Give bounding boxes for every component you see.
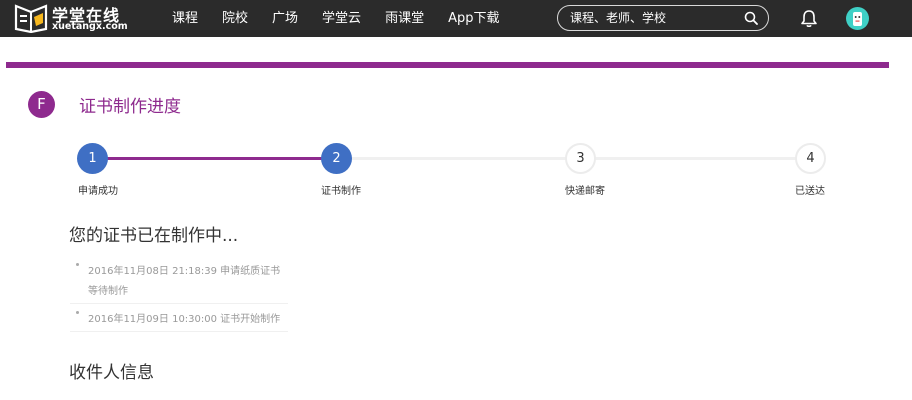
main-nav: 课程 院校 广场 学堂云 雨课堂 App下载 [172, 0, 523, 37]
progress-log-text: 2016年11月08日 21:18:39 申请纸质证书 等待制作 [88, 262, 280, 302]
step-4-circle: 4 [795, 143, 826, 174]
nav-courses[interactable]: 课程 [172, 0, 198, 37]
bullet-dot-icon [76, 311, 79, 314]
page-title: 证书制作进度 [79, 97, 181, 117]
logo-text-en: xuetangx.com [52, 21, 128, 32]
top-navbar: 学堂在线 xuetangx.com 课程 院校 广场 学堂云 雨课堂 App下载 [0, 0, 912, 37]
nav-schools[interactable]: 院校 [222, 0, 248, 37]
search-box [557, 5, 769, 31]
log-line: 2016年11月09日 10:30:00 证书开始制作 [88, 314, 281, 325]
section-divider [6, 62, 889, 68]
nav-xuetang-cloud[interactable]: 学堂云 [322, 0, 361, 37]
progress-log-item: 2016年11月09日 10:30:00 证书开始制作 [70, 306, 288, 332]
progress-log-text: 2016年11月09日 10:30:00 证书开始制作 [88, 310, 280, 330]
nav-rain-classroom[interactable]: 雨课堂 [385, 0, 424, 37]
step-3-label: 快递邮寄 [565, 186, 605, 197]
site-logo[interactable]: 学堂在线 xuetangx.com [14, 3, 144, 33]
nav-app-download[interactable]: App下载 [448, 0, 499, 37]
step-2-circle: 2 [321, 143, 352, 174]
recipient-info-title: 收件人信息 [69, 363, 154, 383]
nav-square[interactable]: 广场 [272, 0, 298, 37]
search-icon[interactable] [744, 11, 758, 25]
progress-line-done [92, 157, 336, 160]
log-line: 2016年11月08日 21:18:39 申请纸质证书 [88, 266, 281, 277]
step-3-circle: 3 [565, 143, 596, 174]
log-line: 等待制作 [88, 286, 128, 297]
bullet-dot-icon [76, 263, 79, 266]
user-avatar[interactable] [846, 7, 869, 30]
bell-icon[interactable] [800, 9, 818, 28]
progress-steps: 1 申请成功 2 证书制作 3 快递邮寄 4 已送达 [0, 140, 912, 200]
step-4-label: 已送达 [795, 186, 825, 197]
step-2-label: 证书制作 [321, 186, 361, 197]
step-1-label: 申请成功 [78, 186, 118, 197]
status-title: 您的证书已在制作中... [69, 226, 239, 246]
course-badge: F [28, 91, 55, 118]
step-1-circle: 1 [77, 143, 108, 174]
progress-log-item: 2016年11月08日 21:18:39 申请纸质证书 等待制作 [70, 258, 288, 304]
search-input[interactable] [570, 6, 740, 30]
avatar-face-icon [853, 12, 862, 26]
logo-book-icon [14, 4, 48, 33]
